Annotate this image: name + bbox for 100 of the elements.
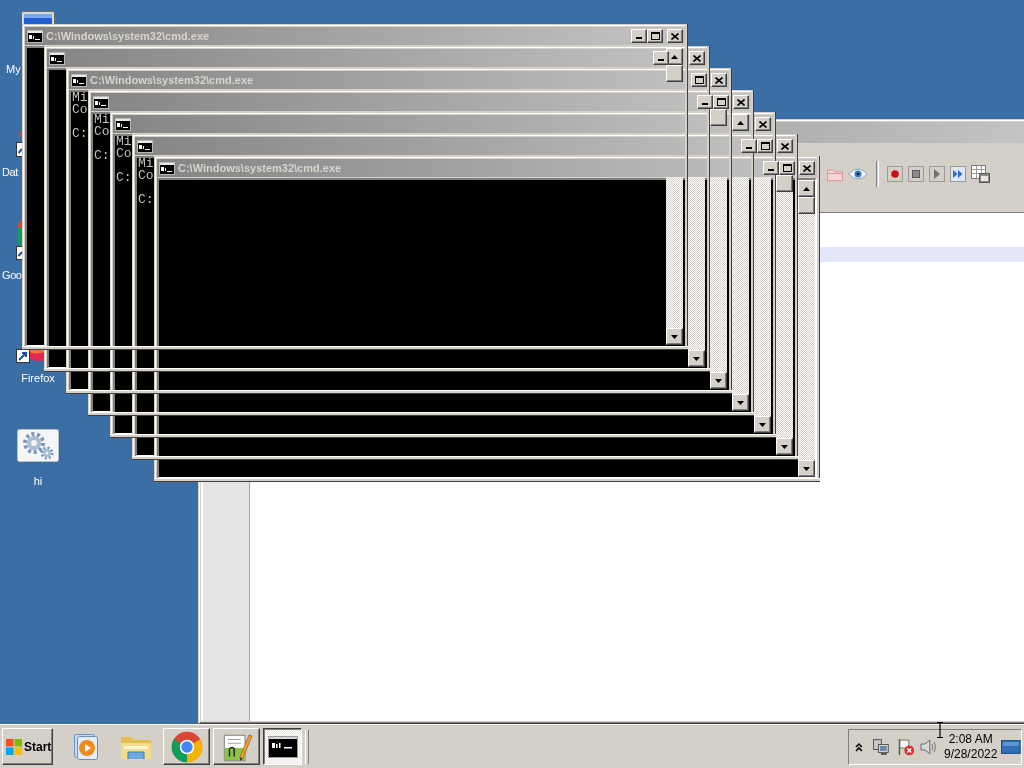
taskbar-button[interactable] (263, 728, 302, 765)
taskbar-grip[interactable] (305, 729, 309, 764)
close-icon (803, 164, 811, 172)
close-button[interactable] (777, 139, 793, 153)
clock-time: 2:08 AM (948, 731, 993, 747)
console-line: Mi (94, 114, 110, 126)
maximize-button[interactable] (647, 29, 663, 43)
close-button[interactable] (711, 73, 727, 87)
maximize-icon (760, 142, 770, 150)
console-icon[interactable] (115, 117, 131, 131)
flag-alert-icon[interactable] (896, 737, 915, 756)
scroll-down-button[interactable] (666, 328, 683, 345)
console-icon[interactable] (93, 95, 109, 109)
console-line: Co (138, 170, 154, 182)
start-button[interactable]: Start (2, 728, 53, 765)
maximize-button[interactable] (713, 95, 729, 109)
clock-date: 9/28/2022 (944, 746, 998, 762)
ring-logo-icon (170, 730, 203, 763)
down-triangle-icon (781, 444, 788, 449)
console-line: Co (116, 148, 132, 160)
down-triangle-icon (737, 400, 744, 405)
scroll-up-button[interactable] (798, 180, 815, 197)
scroll-up-button[interactable] (732, 114, 749, 131)
minimize-button[interactable] (763, 161, 779, 175)
console-line: Mi (116, 136, 132, 148)
minimize-icon (636, 37, 642, 39)
minimize-button[interactable] (631, 29, 647, 43)
console-icon[interactable] (137, 139, 153, 153)
scroll-thumb[interactable] (798, 197, 815, 214)
close-icon (781, 142, 789, 150)
icon-label: hi (33, 475, 43, 487)
console-icon[interactable] (49, 51, 65, 65)
record-icon[interactable] (887, 166, 903, 182)
console-line: Mi (138, 158, 154, 170)
icon-label: Dat (2, 166, 18, 178)
gears-icon[interactable] (17, 429, 59, 462)
close-button[interactable] (667, 29, 683, 43)
windows-flag-icon (6, 738, 22, 755)
close-button[interactable] (755, 117, 771, 131)
monitor-icon[interactable] (21, 11, 55, 24)
eye-icon[interactable] (848, 167, 868, 181)
console-icon (267, 735, 298, 758)
maximize-icon (782, 164, 792, 172)
close-icon (737, 98, 745, 106)
play-icon[interactable] (929, 166, 945, 182)
console-icon[interactable] (27, 29, 43, 43)
network-icon[interactable] (872, 738, 889, 755)
shortcut-arrow-icon[interactable] (16, 131, 22, 157)
minimize-icon (702, 103, 708, 105)
scroll-thumb[interactable] (666, 65, 683, 82)
up-triangle-icon (737, 120, 744, 125)
close-button[interactable] (733, 95, 749, 109)
minimize-icon (768, 169, 774, 171)
speaker-icon[interactable] (920, 738, 938, 755)
scroll-down-button[interactable] (688, 350, 705, 367)
down-triangle-icon (715, 378, 722, 383)
console-line: Mi (72, 92, 88, 104)
maximize-icon (650, 32, 660, 40)
close-icon (715, 76, 723, 84)
console-prompt: C: (138, 194, 154, 206)
minimize-icon (746, 147, 752, 149)
window-title: C:\Windows\system32\cmd.exe (46, 29, 210, 43)
console-icon[interactable] (71, 73, 87, 87)
close-icon (759, 120, 767, 128)
scroll-down-button[interactable] (798, 460, 815, 477)
close-button[interactable] (689, 51, 705, 65)
icon-label: My (6, 63, 21, 75)
scroll-thumb[interactable] (710, 109, 727, 126)
down-triangle-icon (671, 334, 678, 339)
minimize-button[interactable] (697, 95, 713, 109)
show-desktop-icon[interactable] (1001, 739, 1021, 754)
console-prompt: C: (72, 128, 88, 140)
console-icon[interactable] (159, 161, 175, 175)
stop-icon[interactable] (908, 166, 924, 182)
maximize-button[interactable] (757, 139, 773, 153)
window-grid-icon[interactable] (971, 165, 990, 183)
console-line: Co (94, 126, 110, 138)
close-icon (693, 54, 701, 62)
chevron-up-icon[interactable] (855, 741, 863, 752)
scroll-down-button[interactable] (754, 416, 771, 433)
maximize-button[interactable] (779, 161, 795, 175)
console-prompt: C: (94, 150, 110, 162)
scroll-down-button[interactable] (776, 438, 793, 455)
up-triangle-icon (671, 54, 678, 59)
maximize-icon (694, 76, 704, 84)
maximize-button[interactable] (691, 73, 707, 87)
maximize-icon (716, 98, 726, 106)
fast-forward-icon[interactable] (950, 166, 966, 182)
down-triangle-icon (803, 466, 810, 471)
media-player-icon[interactable] (74, 733, 98, 760)
scroll-down-button[interactable] (710, 372, 727, 389)
close-button[interactable] (799, 161, 815, 175)
window-title: C:\Windows\system32\cmd.exe (178, 161, 342, 175)
scroll-down-button[interactable] (732, 394, 749, 411)
console-line: Co (72, 104, 88, 116)
minimize-button[interactable] (741, 139, 757, 153)
icon-label: Firefox (21, 372, 55, 384)
minimize-button[interactable] (653, 51, 669, 65)
text-cursor-icon (936, 722, 944, 738)
scroll-thumb[interactable] (776, 175, 793, 192)
